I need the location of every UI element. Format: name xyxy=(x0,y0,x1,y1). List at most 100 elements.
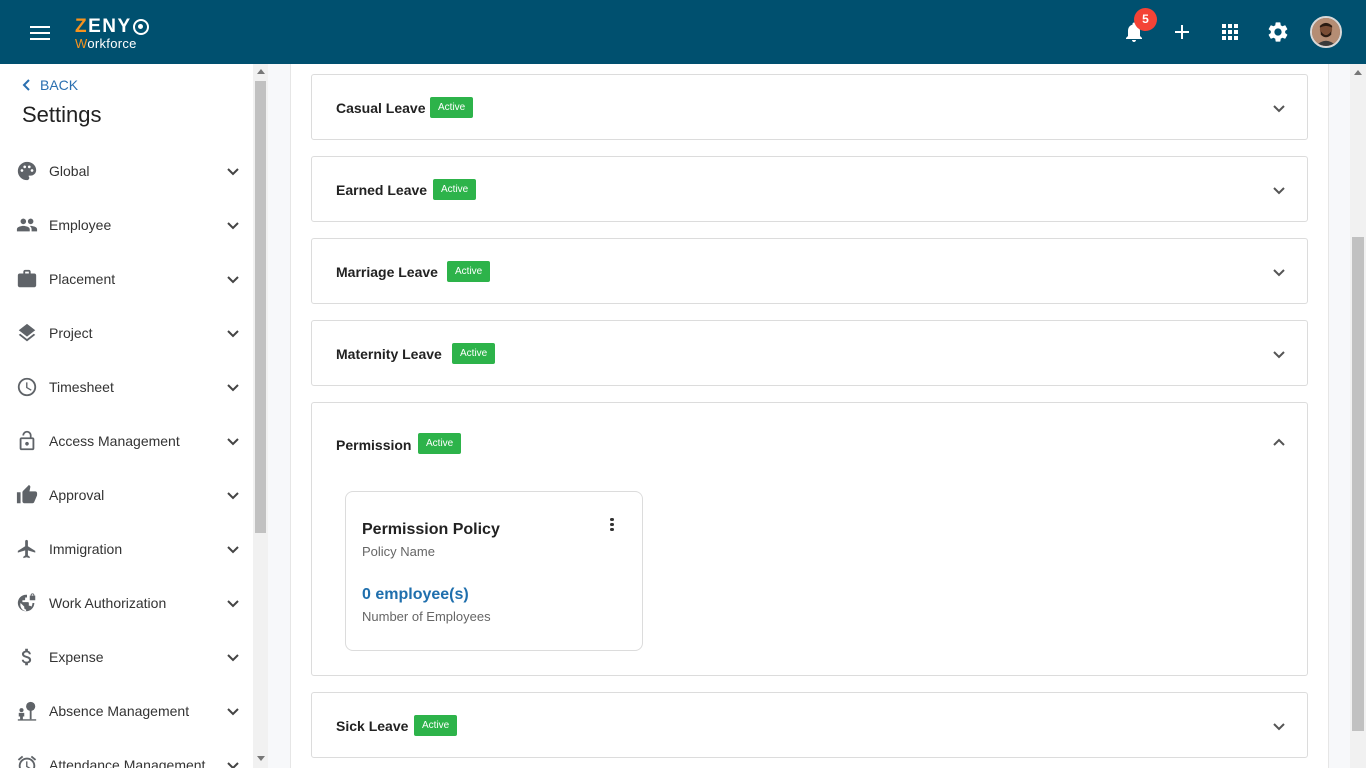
accordion-header[interactable]: Permission Active xyxy=(312,403,1307,485)
airplane-icon xyxy=(17,539,36,559)
chevron-down-icon[interactable] xyxy=(1270,99,1288,117)
settings-sidebar: BACK Settings Global Employee Placement … xyxy=(0,64,268,768)
chevron-down-icon[interactable] xyxy=(1270,181,1288,199)
notification-count-badge[interactable]: 5 xyxy=(1134,8,1157,31)
chevron-down-icon xyxy=(227,222,239,230)
sidebar-item-label: Absence Management xyxy=(49,703,190,719)
scroll-up-arrow-icon[interactable] xyxy=(257,69,265,74)
zenyo-workforce-logo[interactable]: Z ENY Workforce xyxy=(75,17,149,50)
logo-letter-z: Z xyxy=(75,16,89,37)
status-badge: Active xyxy=(430,97,474,118)
leave-type-earned-leave: Earned Leave Active xyxy=(311,156,1308,222)
sidebar-item-label: Approval xyxy=(49,487,105,503)
top-app-bar: Z ENY Workforce 5 xyxy=(0,0,1366,64)
policy-title: Permission Policy xyxy=(362,521,500,538)
chevron-down-icon xyxy=(227,546,239,554)
employee-count-label: Number of Employees xyxy=(362,609,491,624)
scroll-up-arrow-icon[interactable] xyxy=(1354,70,1362,75)
sidebar-item-label: Access Management xyxy=(49,433,180,449)
sidebar-item-work-authorization[interactable]: Work Authorization xyxy=(0,576,252,630)
more-vert-icon[interactable] xyxy=(605,516,619,536)
people-icon xyxy=(16,218,38,232)
gear-icon[interactable] xyxy=(1266,20,1290,44)
status-badge: Active xyxy=(418,433,462,454)
sidebar-item-immigration[interactable]: Immigration xyxy=(0,522,252,576)
sidebar-item-label: Project xyxy=(49,325,93,341)
menu-icon[interactable] xyxy=(28,22,52,42)
leave-type-title: Sick Leave xyxy=(336,718,409,734)
layers-icon xyxy=(18,323,36,342)
sidebar-item-access-management[interactable]: Access Management xyxy=(0,414,252,468)
chevron-down-icon[interactable] xyxy=(1270,717,1288,735)
chevron-left-icon xyxy=(22,79,30,91)
plus-icon[interactable] xyxy=(1170,20,1194,44)
status-badge: Active xyxy=(433,179,477,200)
sidebar-item-label: Expense xyxy=(49,649,104,665)
accordion-header[interactable]: Sick Leave Active xyxy=(312,693,1307,757)
leave-type-title: Casual Leave xyxy=(336,100,426,116)
logo-o-mark xyxy=(132,18,149,35)
leave-type-maternity-leave: Maternity Leave Active xyxy=(311,320,1308,386)
back-label: BACK xyxy=(40,77,79,93)
chevron-down-icon xyxy=(227,276,239,284)
sidebar-item-global[interactable]: Global xyxy=(0,144,252,198)
accordion-header[interactable]: Marriage Leave Active xyxy=(312,239,1307,303)
accordion-header[interactable]: Earned Leave Active xyxy=(312,157,1307,221)
permission-policy-card[interactable]: Permission Policy Policy Name 0 employee… xyxy=(345,491,643,651)
sidebar-item-label: Placement xyxy=(49,271,116,287)
sidebar-item-placement[interactable]: Placement xyxy=(0,252,252,306)
chevron-up-icon[interactable] xyxy=(1270,434,1288,452)
leave-type-sick-leave: Sick Leave Active xyxy=(311,692,1308,758)
back-link[interactable]: BACK xyxy=(22,77,78,93)
sidebar-item-label: Employee xyxy=(49,217,112,233)
chevron-down-icon xyxy=(227,438,239,446)
main-scrollbar[interactable] xyxy=(1350,64,1366,768)
sidebar-item-attendance-management[interactable]: Attendance Management xyxy=(0,738,252,768)
lock-icon xyxy=(19,430,35,451)
accordion-header[interactable]: Casual Leave Active xyxy=(312,75,1307,139)
sidebar-scrollbar[interactable] xyxy=(253,64,268,768)
globe-lock-icon xyxy=(17,593,36,612)
leave-type-title: Marriage Leave xyxy=(336,264,438,280)
chevron-down-icon[interactable] xyxy=(1270,263,1288,281)
sidebar-item-label: Global xyxy=(49,163,90,179)
sidebar-item-expense[interactable]: Expense xyxy=(0,630,252,684)
chevron-down-icon xyxy=(227,492,239,500)
policy-name-label: Policy Name xyxy=(362,544,435,559)
scroll-down-arrow-icon[interactable] xyxy=(257,756,265,761)
status-badge: Active xyxy=(452,343,496,364)
person-tree-icon xyxy=(17,701,37,721)
sidebar-item-label: Timesheet xyxy=(49,379,114,395)
sidebar-item-employee[interactable]: Employee xyxy=(0,198,252,252)
chevron-down-icon xyxy=(227,330,239,338)
thumbs-up-icon xyxy=(16,484,38,504)
status-badge: Active xyxy=(414,715,458,736)
leave-type-title: Maternity Leave xyxy=(336,346,442,362)
sidebar-item-label: Attendance Management xyxy=(49,757,206,768)
sidebar-item-label: Immigration xyxy=(49,541,123,557)
logo-text-top: ENY xyxy=(88,16,132,37)
chevron-down-icon xyxy=(227,762,239,768)
briefcase-icon xyxy=(17,269,37,288)
chevron-down-icon[interactable] xyxy=(1270,345,1288,363)
clock-icon xyxy=(17,377,37,397)
chevron-down-icon xyxy=(227,600,239,608)
sidebar-item-approval[interactable]: Approval xyxy=(0,468,252,522)
leave-type-title: Earned Leave xyxy=(336,182,428,198)
accordion-header[interactable]: Maternity Leave Active xyxy=(312,321,1307,385)
employee-count-link[interactable]: 0 employee(s) xyxy=(362,586,469,604)
logo-text-bottom: orkforce xyxy=(87,36,137,51)
sidebar-item-project[interactable]: Project xyxy=(0,306,252,360)
sidebar-item-label: Work Authorization xyxy=(49,595,167,611)
sidebar-item-absence-management[interactable]: Absence Management xyxy=(0,684,252,738)
user-avatar[interactable] xyxy=(1310,16,1342,48)
chevron-down-icon xyxy=(227,384,239,392)
scrollbar-thumb[interactable] xyxy=(255,81,266,533)
chevron-down-icon xyxy=(227,708,239,716)
logo-letter-w: W xyxy=(75,36,88,51)
leave-type-title: Permission xyxy=(336,437,412,453)
apps-grid-icon[interactable] xyxy=(1218,20,1242,44)
scrollbar-thumb[interactable] xyxy=(1352,237,1364,731)
sidebar-item-timesheet[interactable]: Timesheet xyxy=(0,360,252,414)
leave-type-permission: Permission Active Permission Policy Poli… xyxy=(311,402,1308,676)
